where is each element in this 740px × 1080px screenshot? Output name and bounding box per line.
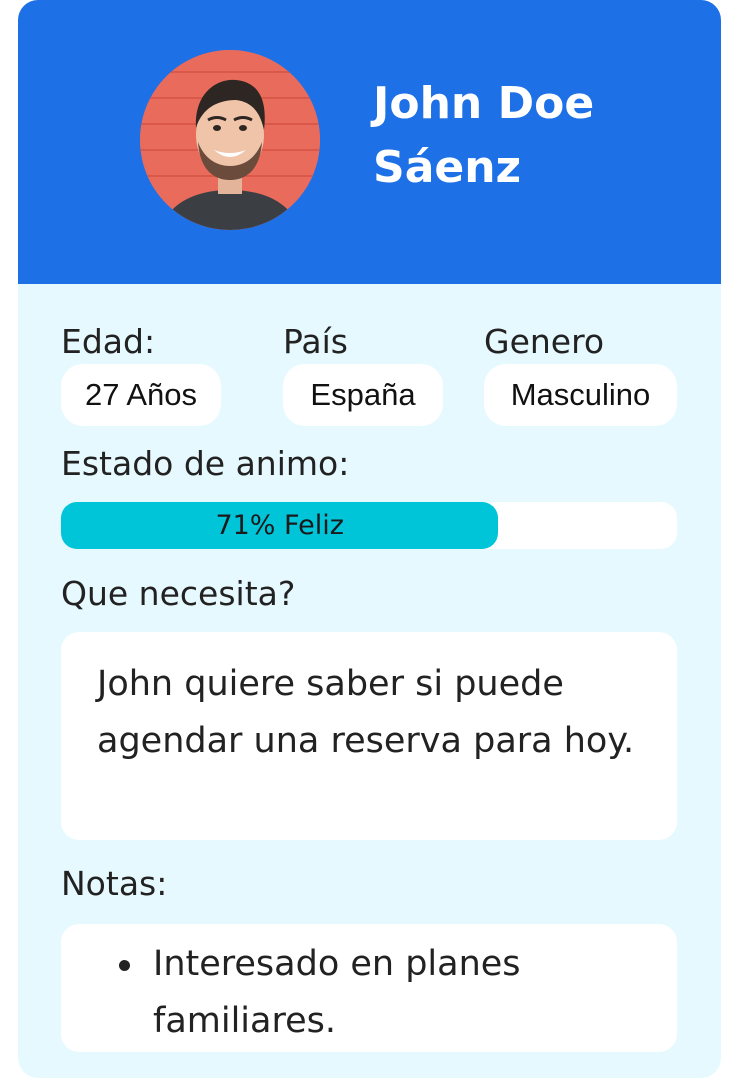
- country-label: País: [283, 322, 349, 361]
- person-photo-icon: [140, 50, 320, 230]
- profile-card: John Doe Sáenz Edad: País Genero 27 Años…: [18, 0, 721, 1078]
- notes-list: Interesado en planes familiares.: [61, 936, 653, 1050]
- mood-progress-text: 71% Feliz: [215, 510, 344, 541]
- age-label: Edad:: [61, 322, 156, 361]
- country-value: España: [283, 364, 443, 426]
- mood-label: Estado de animo:: [61, 444, 350, 483]
- profile-name: John Doe Sáenz: [373, 78, 595, 193]
- note-item: Interesado en planes familiares.: [61, 936, 653, 1050]
- bullet-icon: [119, 960, 130, 971]
- note-text: Interesado en planes familiares.: [153, 944, 521, 1041]
- need-text: John quiere saber si puede agendar una r…: [97, 664, 635, 761]
- mood-progress-bar: 71% Feliz: [61, 502, 677, 549]
- need-box: John quiere saber si puede agendar una r…: [61, 632, 677, 840]
- avatar: [140, 50, 320, 230]
- notes-box: Interesado en planes familiares.: [61, 924, 677, 1052]
- notes-label: Notas:: [61, 864, 168, 903]
- profile-header: John Doe Sáenz: [18, 0, 721, 284]
- gender-label: Genero: [484, 322, 605, 361]
- gender-value: Masculino: [484, 364, 677, 426]
- need-label: Que necesita?: [61, 574, 296, 613]
- age-value: 27 Años: [61, 364, 221, 426]
